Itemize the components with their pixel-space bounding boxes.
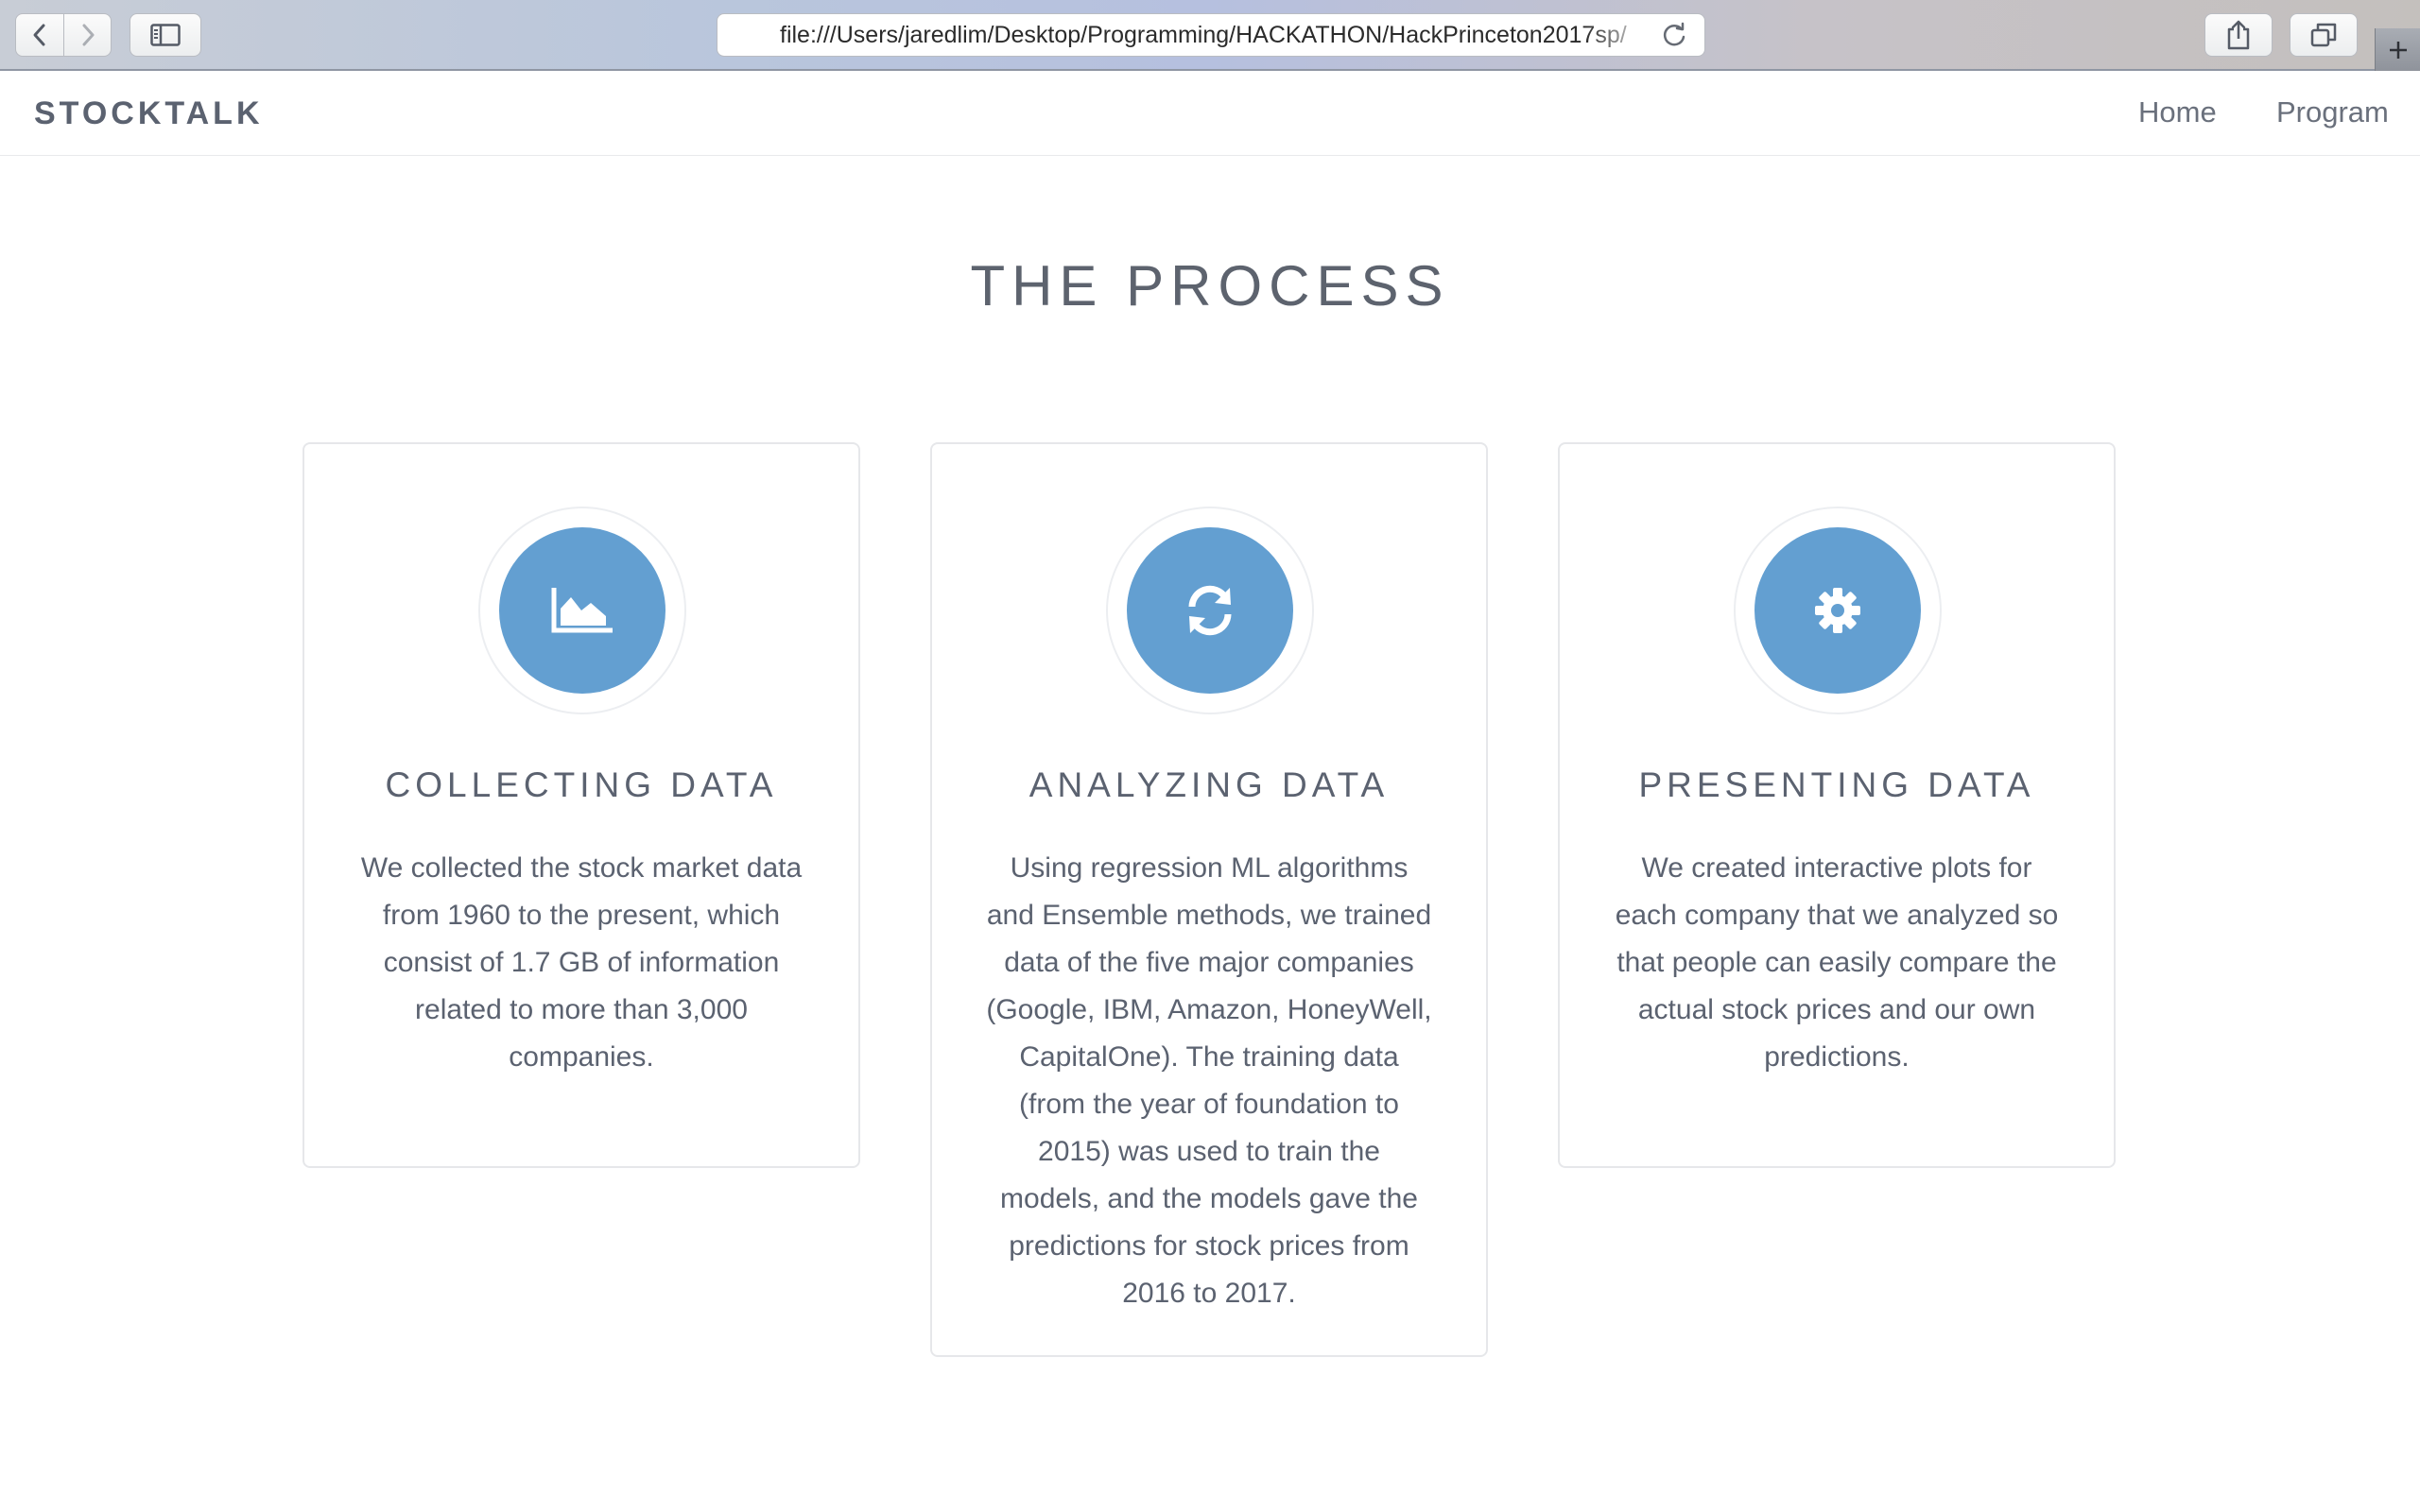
process-card-collecting: COLLECTING DATA We collected the stock m… bbox=[302, 442, 860, 1168]
gear-icon bbox=[1815, 588, 1860, 633]
icon-ring bbox=[1734, 507, 1942, 714]
browser-toolbar: file:///Users/jaredlim/Desktop/Programmi… bbox=[0, 0, 2420, 71]
tabs-icon bbox=[2310, 23, 2337, 47]
new-tab-button[interactable] bbox=[2375, 28, 2420, 71]
sidebar-toggle-button[interactable] bbox=[130, 13, 201, 57]
icon-circle bbox=[1754, 527, 1921, 694]
reload-button[interactable] bbox=[1655, 16, 1693, 54]
nav-link-home[interactable]: Home bbox=[2138, 95, 2217, 129]
share-button[interactable] bbox=[2204, 13, 2273, 57]
brand-logo[interactable]: STOCKTALK bbox=[34, 95, 264, 132]
site-navbar: STOCKTALK Home Program bbox=[0, 71, 2420, 156]
card-title: COLLECTING DATA bbox=[385, 765, 778, 804]
forward-button[interactable] bbox=[63, 14, 111, 56]
back-button[interactable] bbox=[16, 14, 63, 56]
chevron-left-icon bbox=[33, 24, 45, 46]
icon-circle bbox=[499, 527, 666, 694]
chevron-right-icon bbox=[82, 24, 94, 46]
card-text: We collected the stock market data from … bbox=[360, 852, 803, 1073]
card-text: We created interactive plots for each co… bbox=[1615, 852, 2059, 1073]
url-text[interactable]: file:///Users/jaredlim/Desktop/Programmi… bbox=[780, 22, 1655, 49]
nav-link-program[interactable]: Program bbox=[2276, 95, 2389, 129]
process-card-presenting: PRESENTING DATA We created interactive p… bbox=[1558, 442, 2116, 1168]
icon-circle bbox=[1127, 527, 1293, 694]
show-tabs-button[interactable] bbox=[2290, 13, 2358, 57]
history-nav-group bbox=[15, 13, 112, 57]
icon-ring bbox=[1106, 507, 1314, 714]
card-title: ANALYZING DATA bbox=[1028, 765, 1390, 804]
section-title: THE PROCESS bbox=[970, 254, 1450, 318]
process-card-analyzing: ANALYZING DATA Using regression ML algor… bbox=[930, 442, 1488, 1357]
icon-ring bbox=[478, 507, 686, 714]
reload-icon bbox=[1663, 22, 1685, 46]
card-title: PRESENTING DATA bbox=[1638, 765, 2035, 804]
refresh-icon bbox=[1188, 585, 1232, 636]
address-bar[interactable]: file:///Users/jaredlim/Desktop/Programmi… bbox=[717, 13, 1705, 57]
sidebar-icon bbox=[150, 24, 181, 46]
plus-icon bbox=[2389, 41, 2407, 59]
card-text: Using regression ML algorithms and Ensem… bbox=[986, 852, 1432, 1309]
area-chart-icon bbox=[551, 588, 613, 633]
share-icon bbox=[2227, 20, 2250, 50]
